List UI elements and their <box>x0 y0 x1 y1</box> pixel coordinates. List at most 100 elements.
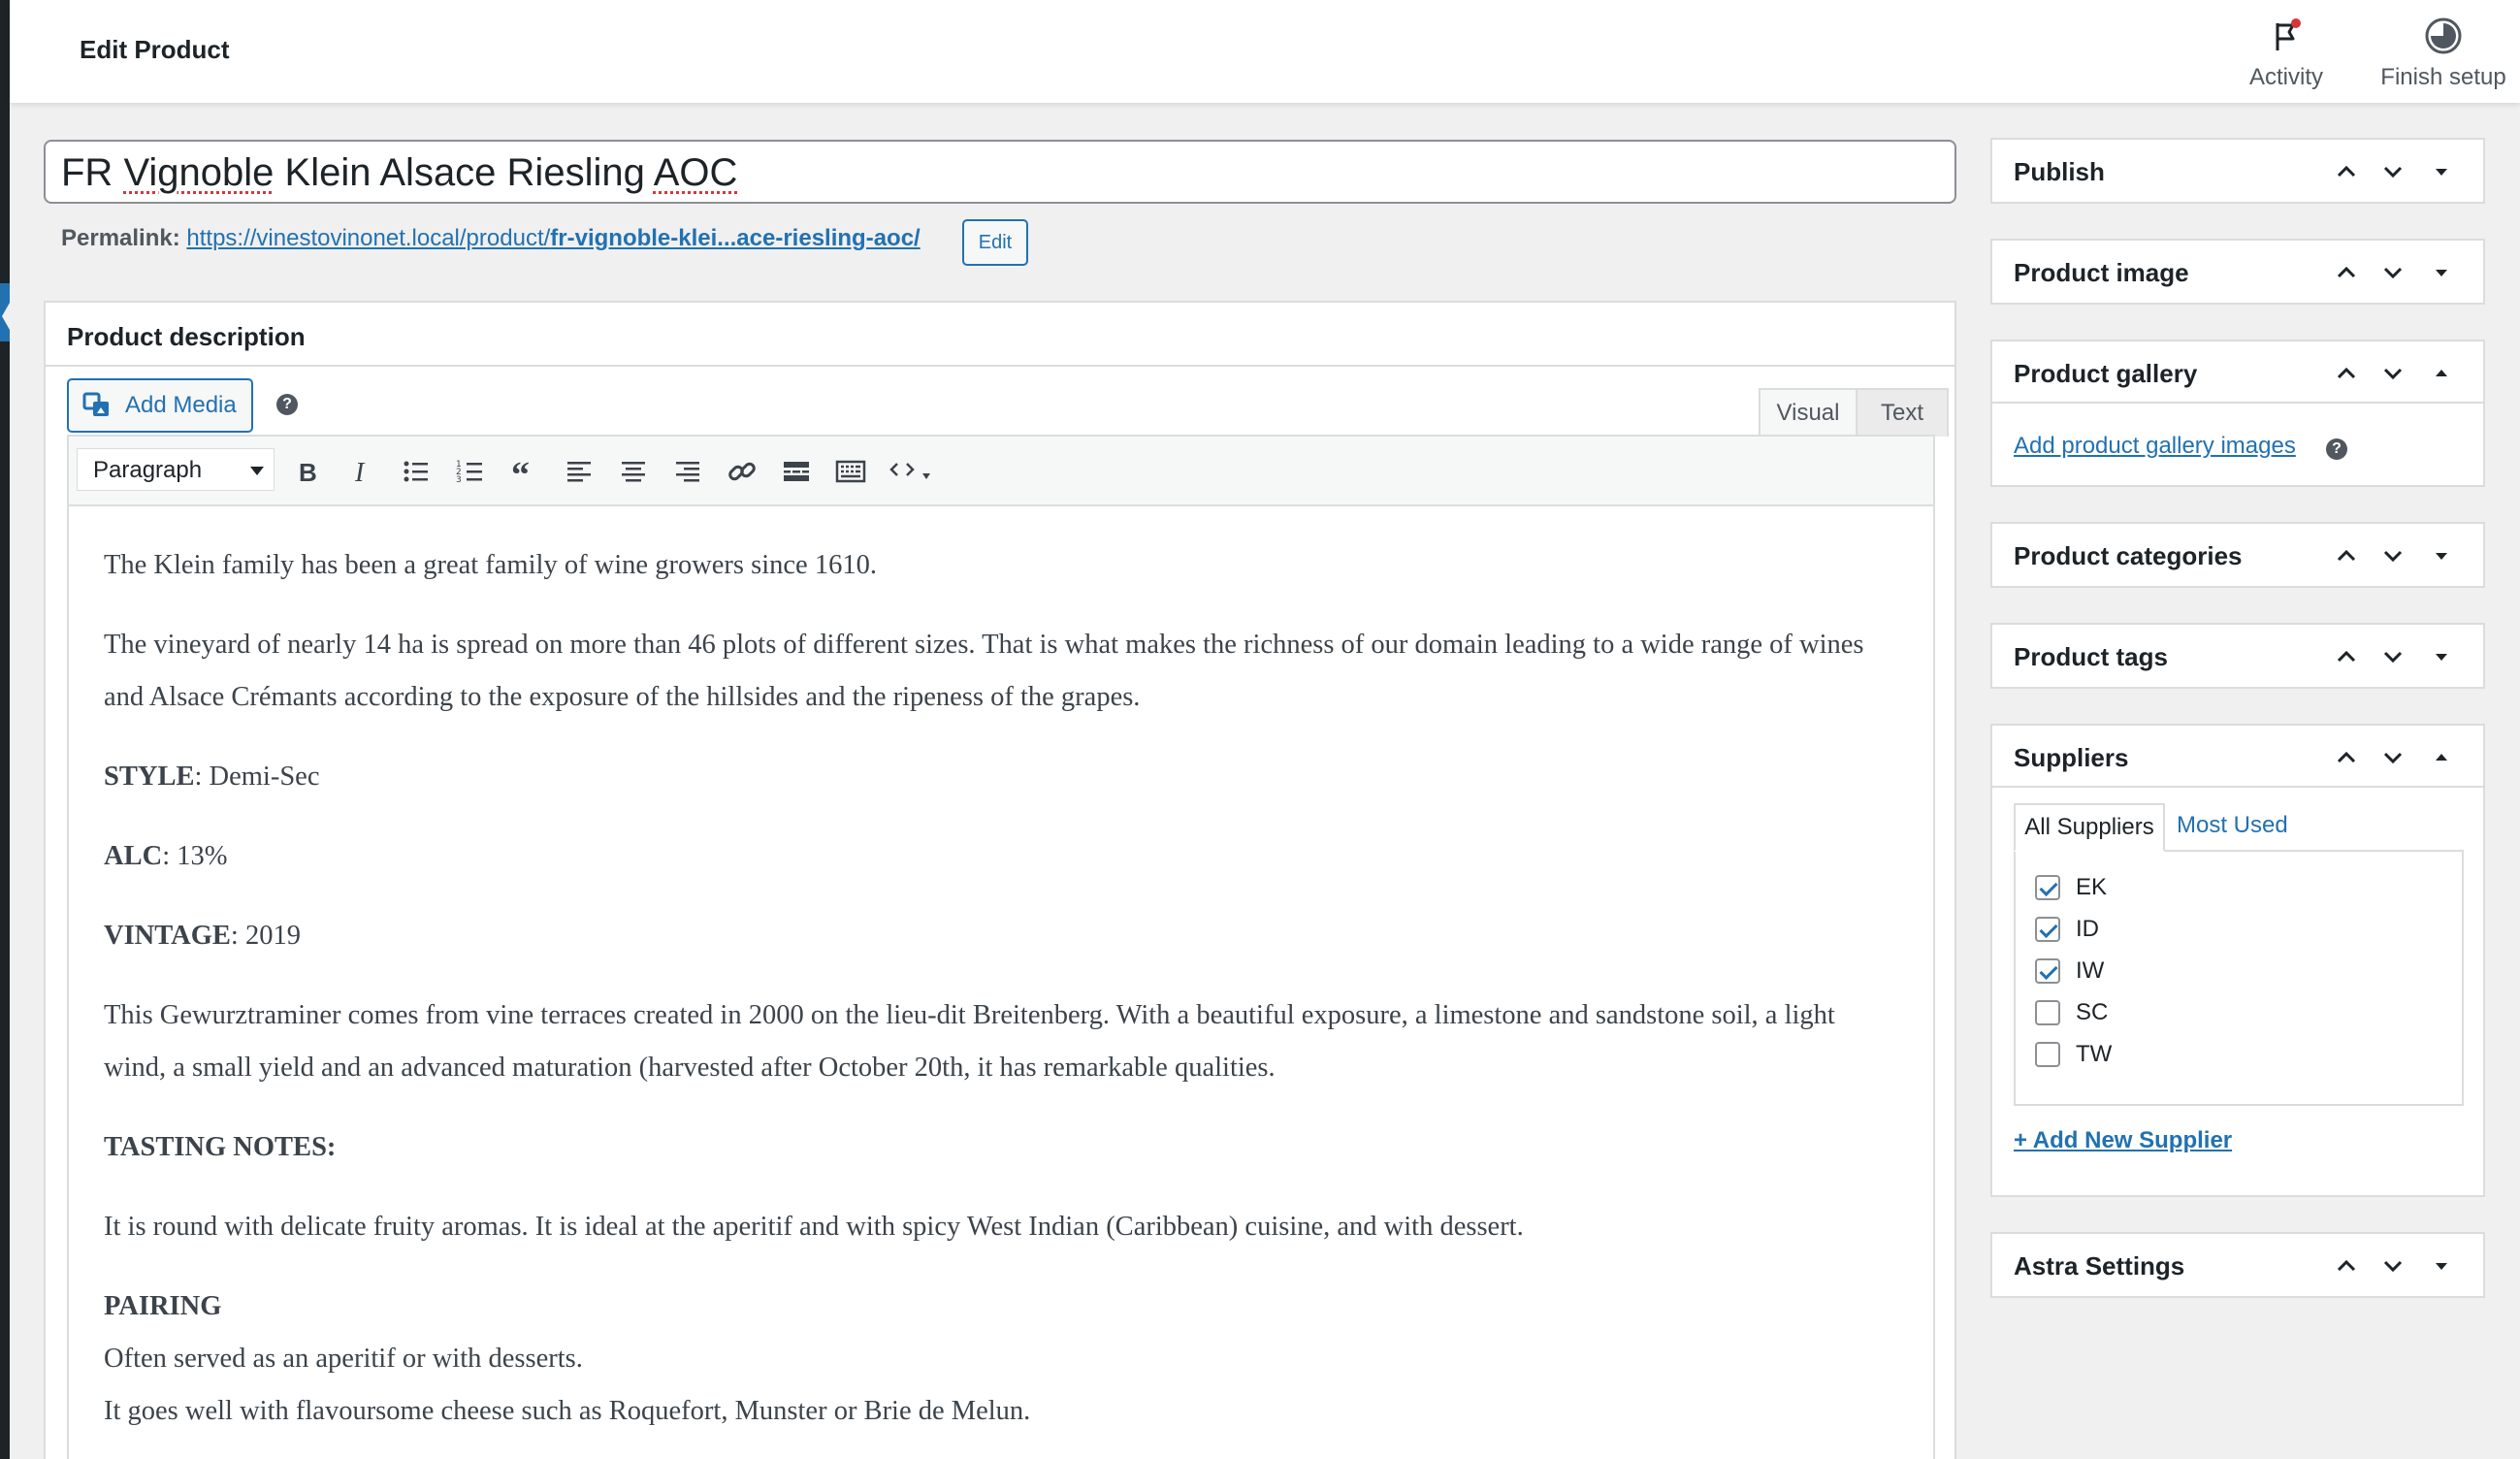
move-up-button[interactable] <box>2332 541 2361 570</box>
tab-all-suppliers[interactable]: All Suppliers <box>2014 803 2165 852</box>
flag-icon <box>2276 18 2301 50</box>
caret-down-icon <box>2436 553 2447 560</box>
tasting-notes-heading: TASTING NOTES: <box>104 1121 1898 1174</box>
move-up-button[interactable] <box>2332 642 2361 671</box>
insert-link-button[interactable] <box>725 454 759 489</box>
toggle-panel-button[interactable] <box>2427 157 2456 186</box>
admin-menu-edge <box>0 0 10 1459</box>
toggle-panel-button[interactable] <box>2427 359 2456 388</box>
add-new-supplier-link[interactable]: + Add New Supplier <box>2014 1127 2232 1154</box>
toolbar-toggle-button[interactable] <box>833 454 868 489</box>
caret-up-icon <box>2436 754 2447 761</box>
move-down-button[interactable] <box>2378 258 2407 287</box>
move-down-button[interactable] <box>2378 359 2407 388</box>
finish-setup-button[interactable]: Finish setup <box>2363 12 2520 93</box>
help-icon[interactable]: ? <box>2326 438 2347 460</box>
product-gallery-title: Product gallery <box>2014 359 2198 388</box>
activity-button[interactable]: Activity <box>2233 12 2340 93</box>
editor: Paragraph B I 1 2 3 “ The Klein family h… <box>67 435 1935 1459</box>
bullet-list-button[interactable] <box>399 454 434 489</box>
read-more-button[interactable] <box>779 454 814 489</box>
blockquote-button[interactable]: “ <box>507 454 542 496</box>
move-up-button[interactable] <box>2332 359 2361 388</box>
add-media-label: Add Media <box>125 392 237 418</box>
supplier-item[interactable]: IW <box>2016 956 2462 998</box>
move-down-button[interactable] <box>2378 541 2407 570</box>
tab-text[interactable]: Text <box>1856 388 1949 437</box>
chevron-down-icon <box>2383 267 2403 279</box>
supplier-item[interactable]: TW <box>2016 1040 2462 1082</box>
move-up-button[interactable] <box>2332 258 2361 287</box>
progress-ring-icon <box>2425 17 2462 54</box>
supplier-item[interactable]: SC <box>2016 998 2462 1040</box>
add-media-button[interactable]: Add Media <box>67 378 253 433</box>
toggle-panel-button[interactable] <box>2427 642 2456 671</box>
align-right-button[interactable] <box>670 454 705 489</box>
link-icon <box>728 462 756 481</box>
toggle-panel-button[interactable] <box>2427 1251 2456 1281</box>
svg-text:“: “ <box>511 455 530 489</box>
paragraph: The vineyard of nearly 14 ha is spread o… <box>104 630 1864 712</box>
supplier-item[interactable]: EK <box>2016 873 2462 915</box>
supplier-checkbox[interactable] <box>2035 1000 2060 1025</box>
product-title-input[interactable]: FR Vignoble Klein Alsace Riesling AOC <box>44 140 1956 204</box>
tab-most-used[interactable]: Most Used <box>2177 803 2312 852</box>
suppliers-header[interactable]: Suppliers <box>1992 726 2483 788</box>
astra-settings-header[interactable]: Astra Settings <box>1992 1234 2483 1296</box>
permalink-base: https://vinestovinonet.local/product/ <box>186 225 551 251</box>
align-left-button[interactable] <box>562 454 597 489</box>
italic-button[interactable]: I <box>344 454 379 489</box>
caret-down-icon <box>2436 654 2447 661</box>
editor-content[interactable]: The Klein family has been a great family… <box>69 506 1933 1438</box>
publish-header[interactable]: Publish <box>1992 140 2483 202</box>
astra-settings-title: Astra Settings <box>2014 1251 2185 1281</box>
style-value: : Demi-Sec <box>194 762 320 792</box>
move-down-button[interactable] <box>2378 1251 2407 1281</box>
supplier-checkbox[interactable] <box>2035 1042 2060 1067</box>
help-icon[interactable]: ? <box>276 394 298 415</box>
move-up-button[interactable] <box>2332 743 2361 772</box>
numbered-list-button[interactable]: 1 2 3 <box>453 454 488 489</box>
toggle-panel-button[interactable] <box>2427 743 2456 772</box>
paragraph: It is round with delicate fruity aromas.… <box>104 1212 1524 1242</box>
supplier-checkbox[interactable] <box>2035 917 2060 942</box>
product-gallery-header[interactable]: Product gallery <box>1992 341 2483 404</box>
toggle-panel-button[interactable] <box>2427 541 2456 570</box>
align-left-icon <box>567 462 591 482</box>
permalink-link[interactable]: https://vinestovinonet.local/product/fr-… <box>186 225 920 251</box>
product-categories-header[interactable]: Product categories <box>1992 524 2483 586</box>
align-center-icon <box>622 462 645 482</box>
supplier-checkbox[interactable] <box>2035 958 2060 984</box>
move-up-button[interactable] <box>2332 1251 2361 1281</box>
toggle-panel-button[interactable] <box>2427 258 2456 287</box>
code-dropdown-button[interactable] <box>889 454 944 489</box>
format-select-value: Paragraph <box>93 457 203 483</box>
astra-settings-box: Astra Settings <box>1990 1232 2485 1298</box>
pairing-line: Often served as an aperitif or with dess… <box>104 1344 583 1374</box>
product-tags-header[interactable]: Product tags <box>1992 625 2483 687</box>
product-image-header[interactable]: Product image <box>1992 241 2483 303</box>
style-label: STYLE <box>104 762 195 792</box>
chevron-up-icon <box>2337 1259 2356 1272</box>
chevron-down-icon <box>2383 550 2403 563</box>
supplier-item[interactable]: ID <box>2016 915 2462 956</box>
publish-box: Publish <box>1990 138 2485 204</box>
align-center-button[interactable] <box>616 454 651 489</box>
format-select[interactable]: Paragraph <box>77 448 275 491</box>
edit-permalink-button[interactable]: Edit <box>962 219 1028 266</box>
move-down-button[interactable] <box>2378 743 2407 772</box>
chevron-down-icon <box>250 467 264 475</box>
bold-button[interactable]: B <box>290 454 325 489</box>
caret-down-icon <box>2436 1263 2447 1270</box>
move-down-button[interactable] <box>2378 642 2407 671</box>
product-description-heading: Product description <box>46 303 1955 367</box>
move-down-button[interactable] <box>2378 157 2407 186</box>
vintage-line: VINTAGE: 2019 <box>104 910 1898 962</box>
tab-visual[interactable]: Visual <box>1759 388 1858 437</box>
chevron-down-icon <box>2383 368 2403 380</box>
add-gallery-images-link[interactable]: Add product gallery images <box>2014 433 2296 460</box>
move-up-button[interactable] <box>2332 157 2361 186</box>
style-line: STYLE: Demi-Sec <box>104 751 1898 803</box>
supplier-checkbox[interactable] <box>2035 875 2060 900</box>
paragraph: The Klein family has been a great family… <box>104 550 877 580</box>
